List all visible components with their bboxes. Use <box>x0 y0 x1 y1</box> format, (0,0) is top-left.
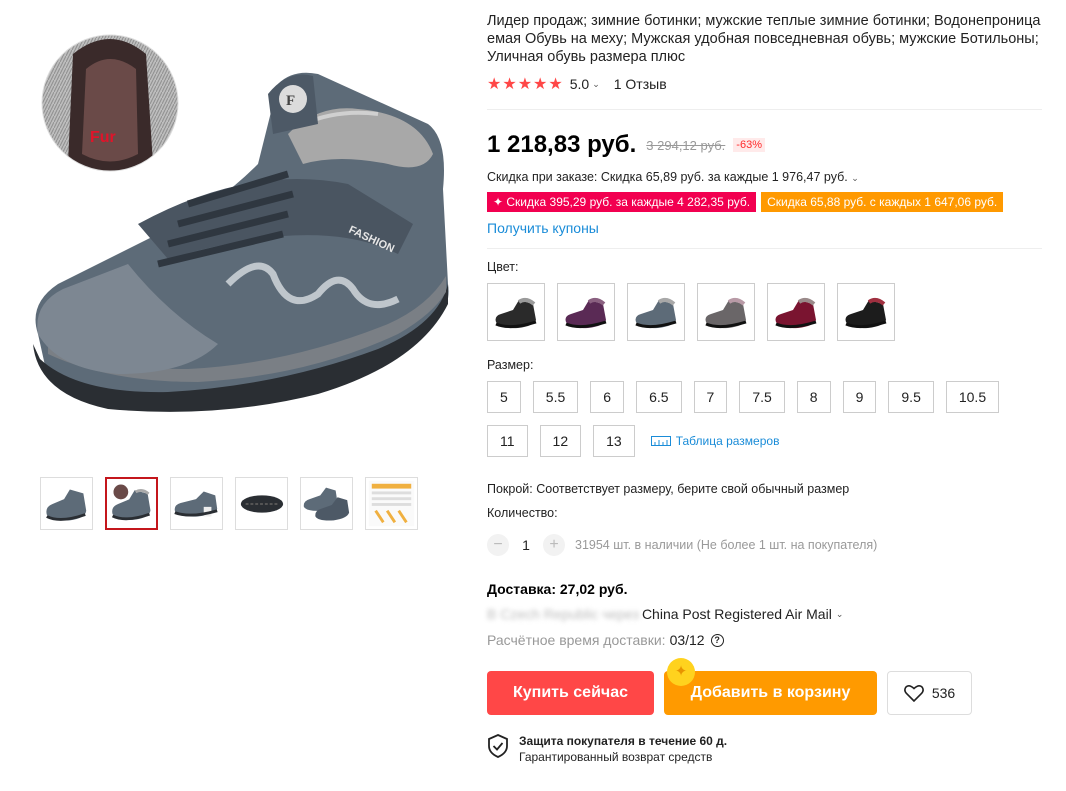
divider <box>487 248 1042 249</box>
color-options <box>487 283 1042 341</box>
quantity-label: Количество: <box>487 506 558 520</box>
eta-value: 03/12 <box>669 632 705 648</box>
current-price: 1 218,83 руб. <box>487 131 637 158</box>
size-option[interactable]: 5.5 <box>532 381 579 413</box>
get-coupons-link[interactable]: Получить купоны <box>487 220 599 236</box>
quantity-input[interactable]: 1 <box>509 537 543 553</box>
coupon-select-discount[interactable]: Скидка 65,88 руб. с каждых 1 647,06 руб. <box>761 192 1004 212</box>
coupon-row: ✦ Скидка 395,29 руб. за каждые 4 282,35 … <box>487 192 1042 212</box>
size-option[interactable]: 9.5 <box>888 381 934 413</box>
price-row: 1 218,83 руб. 3 294,12 руб. -63% <box>487 130 1042 160</box>
product-info: Лидер продаж; зимние ботинки; мужские те… <box>487 12 1042 764</box>
protection-title: Защита покупателя в течение 60 д. <box>519 734 728 748</box>
protection-subtitle: Гарантированный возврат средств <box>519 750 713 764</box>
thumbnail-1[interactable] <box>40 477 93 530</box>
fit-info: Покрой: Соответствует размеру, берите св… <box>487 482 850 496</box>
shield-icon <box>488 734 508 758</box>
size-option[interactable]: 10.5 <box>945 381 1000 413</box>
wishlist-button[interactable]: 536 <box>887 671 972 715</box>
shipping-destination: В Czech Republic через <box>487 606 639 622</box>
size-chart-link[interactable]: Таблица размеров <box>650 425 780 457</box>
boot-swatch-icon <box>495 297 537 329</box>
coupon-store-discount[interactable]: ✦ Скидка 395,29 руб. за каждые 4 282,35 … <box>487 192 757 212</box>
color-option-wine-red[interactable] <box>767 283 825 341</box>
thumbnail-4[interactable] <box>235 477 288 530</box>
ruler-icon <box>650 436 671 446</box>
size-option[interactable]: 7.5 <box>739 381 785 413</box>
color-option-purple[interactable] <box>557 283 615 341</box>
action-buttons: Купить сейчас Добавить в корзину ✦ 536 <box>487 658 1042 715</box>
product-main-image[interactable]: Fur F FASHION <box>18 14 458 454</box>
buy-now-button[interactable]: Купить сейчас <box>487 671 654 715</box>
quantity-stepper: − 1 + 31954 шт. в наличии (Не более 1 шт… <box>487 534 1042 556</box>
stock-info: 31954 шт. в наличии (Не более 1 шт. на п… <box>575 538 878 552</box>
boot-illustration: Fur F FASHION <box>33 34 449 412</box>
divider <box>487 109 1042 110</box>
boot-swatch-icon <box>775 297 817 329</box>
size-option[interactable]: 6 <box>590 381 625 413</box>
svg-text:F: F <box>286 93 295 109</box>
shipping-method-selector[interactable]: В Czech Republic через China Post Regist… <box>487 606 1042 622</box>
size-option[interactable]: 6.5 <box>636 381 682 413</box>
shipping-method: China Post Registered Air Mail <box>641 606 832 622</box>
reviews-link[interactable]: 1 Отзыв <box>614 76 667 92</box>
color-option-grey-blue[interactable] <box>627 283 685 341</box>
size-option[interactable]: 8 <box>796 381 831 413</box>
quantity-decrease-button[interactable]: − <box>487 534 509 556</box>
color-option-grey[interactable] <box>697 283 755 341</box>
color-option-black-red[interactable] <box>837 283 895 341</box>
thumbnail-2-selected[interactable] <box>105 477 158 530</box>
size-option[interactable]: 13 <box>593 425 635 457</box>
order-discount-text: Скидка при заказе: Скидка 65,89 руб. за … <box>487 170 848 184</box>
thumbnail-6-size-chart[interactable] <box>365 477 418 530</box>
add-to-cart-button[interactable]: Добавить в корзину <box>664 671 877 715</box>
heart-icon <box>903 685 924 702</box>
size-option[interactable]: 12 <box>539 425 582 457</box>
discount-badge: -63% <box>733 138 765 152</box>
chevron-down-icon[interactable]: ⌄ <box>836 609 844 620</box>
shipping-price: Доставка: 27,02 руб. <box>487 581 628 597</box>
order-discount[interactable]: Скидка при заказе: Скидка 65,89 руб. за … <box>487 170 1042 184</box>
size-option[interactable]: 11 <box>487 425 528 457</box>
help-icon[interactable]: ? <box>710 633 724 647</box>
color-option-black-grey[interactable] <box>487 283 545 341</box>
boot-swatch-icon <box>705 297 747 329</box>
thumbnail-5[interactable] <box>300 477 353 530</box>
size-label: Размер: <box>487 358 534 372</box>
size-chart-label: Таблица размеров <box>675 434 780 448</box>
boot-swatch-icon <box>565 297 607 329</box>
fur-label: Fur <box>90 129 116 146</box>
rating-row: ★★★★★ 5.0 ⌄ 1 Отзыв <box>487 75 1042 93</box>
boot-swatch-icon <box>635 297 677 329</box>
delivery-estimate: Расчётное время доставки: 03/12 ? <box>487 632 1042 648</box>
rating-stars: ★★★★★ <box>487 76 564 93</box>
boot-swatch-icon <box>845 297 887 329</box>
rating-value[interactable]: 5.0 <box>570 76 589 92</box>
old-price: 3 294,12 руб. <box>646 137 726 153</box>
quantity-increase-button[interactable]: + <box>543 534 565 556</box>
chevron-down-icon[interactable]: ⌄ <box>592 79 600 90</box>
size-option[interactable]: 7 <box>693 381 728 413</box>
sparkle-icon: ✦ <box>667 658 695 686</box>
chevron-down-icon[interactable]: ⌄ <box>851 173 859 183</box>
eta-label: Расчётное время доставки: <box>487 632 666 648</box>
thumbnail-strip <box>40 477 418 530</box>
size-option[interactable]: 9 <box>842 381 877 413</box>
thumbnail-3[interactable] <box>170 477 223 530</box>
product-title: Лидер продаж; зимние ботинки; мужские те… <box>487 13 1041 65</box>
buyer-protection: Защита покупателя в течение 60 д. Гарант… <box>487 734 1042 764</box>
wishlist-count: 536 <box>931 685 956 701</box>
size-options: 5 5.5 6 6.5 7 7.5 8 9 9.5 10.5 11 12 13 Таблица разме… <box>487 381 1007 457</box>
color-label: Цвет: <box>487 260 519 274</box>
size-option[interactable]: 5 <box>487 381 521 413</box>
